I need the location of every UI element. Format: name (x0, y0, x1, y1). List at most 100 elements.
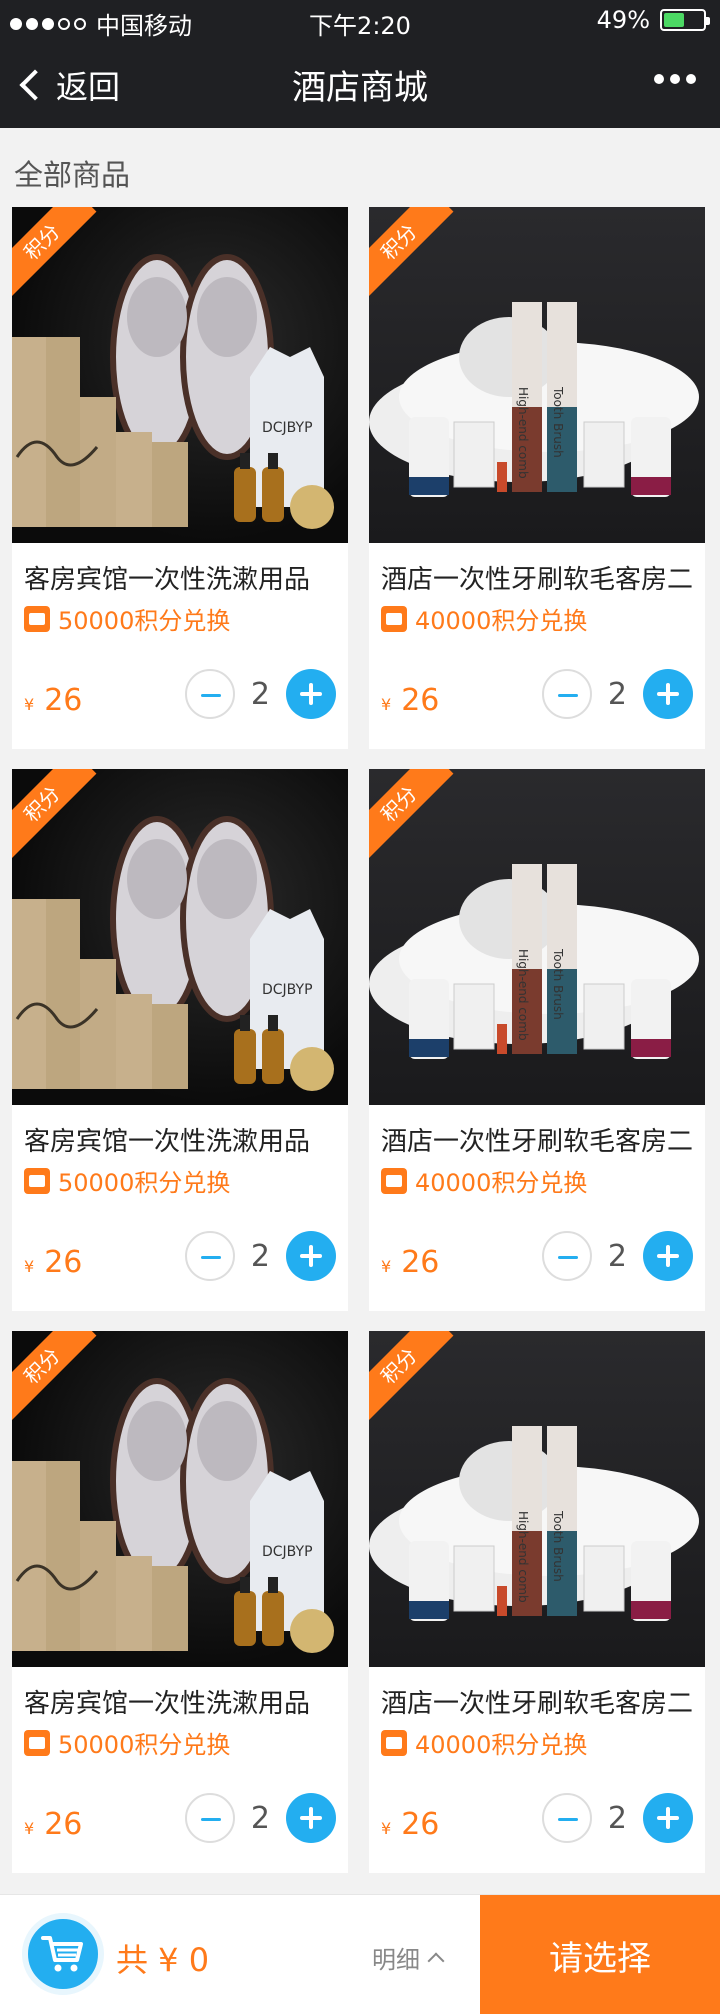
minus-button[interactable] (184, 1793, 235, 1843)
product-name[interactable]: 客房宾馆一次性洗漱用品 (24, 1121, 310, 1158)
product-name[interactable]: 客房宾馆一次性洗漱用品 (24, 1683, 310, 1720)
svg-text:DCJBYP: DCJBYP (262, 1544, 313, 1560)
currency-symbol: ¥ (381, 1819, 392, 1838)
points-exchange: 50000积分兑换 (24, 601, 230, 636)
cart-total: 共 ¥ 0 (116, 1941, 210, 1979)
section-title: 全部商品 (14, 158, 131, 192)
points-text: 40000积分兑换 (415, 1731, 588, 1759)
svg-text:DCJBYP: DCJBYP (262, 420, 313, 436)
more-dots-icon (654, 74, 664, 84)
currency-symbol: ¥ (24, 1257, 35, 1276)
quantity-stepper: 2 (184, 1793, 336, 1843)
svg-text:Tooth Brush: Tooth Brush (551, 948, 565, 1020)
product-card[interactable]: High-end comb Tooth Brush 积分 酒店一次性牙刷软毛客房… (369, 207, 705, 749)
quantity-value: 2 (250, 1238, 270, 1274)
shopping-cart-icon (41, 1936, 83, 1972)
product-image[interactable]: DCJBYP 积分 (12, 769, 348, 1105)
svg-text:High-end comb: High-end comb (516, 949, 530, 1041)
plus-button[interactable] (286, 1793, 336, 1843)
more-button[interactable] (654, 74, 696, 84)
battery-percent: 49% (596, 6, 650, 34)
minus-button[interactable] (541, 1793, 592, 1843)
points-text: 40000积分兑换 (415, 607, 588, 635)
price-value: 26 (44, 1807, 83, 1842)
store-icon (24, 1729, 50, 1756)
cart-button[interactable] (22, 1913, 104, 1995)
price-value: 26 (44, 683, 83, 718)
minus-button[interactable] (184, 669, 235, 719)
page-title: 酒店商城 (292, 68, 428, 108)
svg-text:Tooth Brush: Tooth Brush (551, 386, 565, 458)
quantity-value: 2 (607, 676, 627, 712)
plus-button[interactable] (286, 1231, 336, 1281)
product-card[interactable]: DCJBYP 积分 客房宾馆一次性洗漱用品 50000积分兑换 ¥26 2 (12, 207, 348, 749)
price-value: 26 (44, 1245, 83, 1280)
price-value: 26 (401, 1807, 440, 1842)
currency-symbol: ¥ (381, 695, 392, 714)
product-card[interactable]: DCJBYP 积分 客房宾馆一次性洗漱用品 50000积分兑换 ¥26 2 (12, 769, 348, 1311)
product-grid: DCJBYP 积分 客房宾馆一次性洗漱用品 50000积分兑换 ¥26 2 Hi… (12, 207, 708, 1873)
product-image[interactable]: DCJBYP 积分 (12, 1331, 348, 1667)
points-text: 50000积分兑换 (58, 1169, 231, 1197)
product-price: ¥26 (381, 1245, 439, 1280)
svg-text:High-end comb: High-end comb (516, 387, 530, 479)
product-price: ¥26 (24, 683, 82, 718)
svg-text:DCJBYP: DCJBYP (262, 982, 313, 998)
product-price: ¥26 (24, 1245, 82, 1280)
points-text: 50000积分兑换 (58, 607, 231, 635)
select-button[interactable]: 请选择 (480, 1895, 720, 2014)
product-card[interactable]: High-end comb Tooth Brush 积分 酒店一次性牙刷软毛客房… (369, 769, 705, 1311)
minus-button[interactable] (541, 1231, 592, 1281)
top-bar: 中国移动 下午2:20 49% 返回 酒店商城 (0, 0, 720, 128)
currency-symbol: ¥ (24, 695, 35, 714)
product-image[interactable]: High-end comb Tooth Brush 积分 (369, 769, 705, 1105)
product-name[interactable]: 酒店一次性牙刷软毛客房二 (381, 1683, 693, 1720)
product-image[interactable]: DCJBYP 积分 (12, 207, 348, 543)
quantity-stepper: 2 (541, 1231, 693, 1281)
store-icon (24, 605, 50, 632)
detail-toggle[interactable]: 明细 (372, 1940, 445, 1975)
plus-button[interactable] (643, 1231, 693, 1281)
battery-icon (660, 9, 710, 31)
product-price: ¥26 (381, 683, 439, 718)
chevron-up-icon (427, 1952, 445, 1969)
product-price: ¥26 (24, 1807, 82, 1842)
product-name[interactable]: 客房宾馆一次性洗漱用品 (24, 559, 310, 596)
product-name[interactable]: 酒店一次性牙刷软毛客房二 (381, 559, 693, 596)
currency-symbol: ¥ (381, 1257, 392, 1276)
points-exchange: 40000积分兑换 (381, 601, 587, 636)
quantity-stepper: 2 (184, 1231, 336, 1281)
currency-symbol: ¥ (24, 1819, 35, 1838)
quantity-value: 2 (250, 676, 270, 712)
detail-label: 明细 (372, 1946, 420, 1974)
navigation-bar: 返回 酒店商城 (0, 40, 720, 128)
plus-button[interactable] (643, 1793, 693, 1843)
product-image[interactable]: High-end comb Tooth Brush 积分 (369, 1331, 705, 1667)
store-icon (381, 605, 407, 632)
store-icon (381, 1729, 407, 1756)
battery-group: 49% (596, 6, 710, 34)
plus-button[interactable] (643, 669, 693, 719)
quantity-value: 2 (607, 1238, 627, 1274)
product-price: ¥26 (381, 1807, 439, 1842)
points-exchange: 50000积分兑换 (24, 1725, 230, 1760)
product-name[interactable]: 酒店一次性牙刷软毛客房二 (381, 1121, 693, 1158)
plus-button[interactable] (286, 669, 336, 719)
price-value: 26 (401, 1245, 440, 1280)
quantity-value: 2 (607, 1800, 627, 1836)
store-icon (24, 1167, 50, 1194)
points-exchange: 50000积分兑换 (24, 1163, 230, 1198)
points-exchange: 40000积分兑换 (381, 1725, 587, 1760)
svg-text:High-end comb: High-end comb (516, 1511, 530, 1603)
svg-text:Tooth Brush: Tooth Brush (551, 1510, 565, 1582)
minus-button[interactable] (184, 1231, 235, 1281)
product-card[interactable]: High-end comb Tooth Brush 积分 酒店一次性牙刷软毛客房… (369, 1331, 705, 1873)
product-card[interactable]: DCJBYP 积分 客房宾馆一次性洗漱用品 50000积分兑换 ¥26 2 (12, 1331, 348, 1873)
product-image[interactable]: High-end comb Tooth Brush 积分 (369, 207, 705, 543)
store-icon (381, 1167, 407, 1194)
bottom-bar: 共 ¥ 0 明细 请选择 (0, 1894, 720, 2014)
quantity-stepper: 2 (184, 669, 336, 719)
status-bar: 中国移动 下午2:20 49% (0, 0, 720, 40)
minus-button[interactable] (541, 669, 592, 719)
points-exchange: 40000积分兑换 (381, 1163, 587, 1198)
